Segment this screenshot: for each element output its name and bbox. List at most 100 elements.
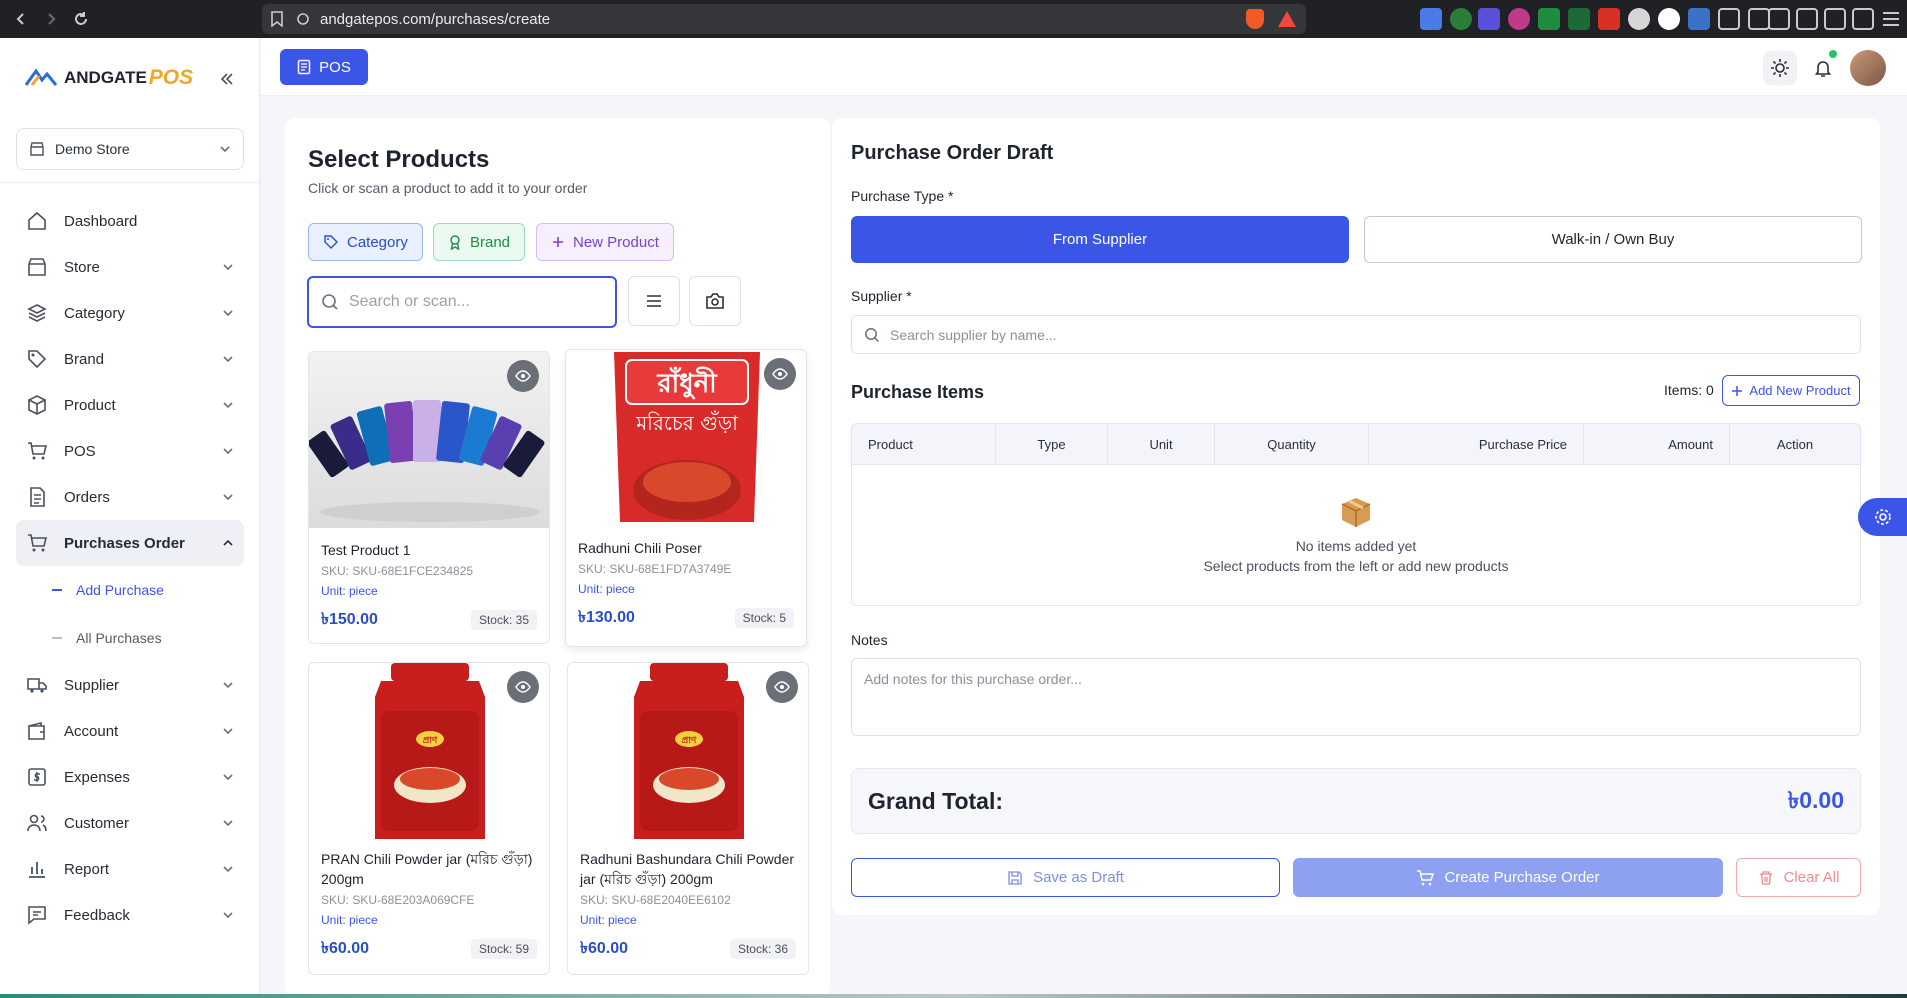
search-icon [865, 327, 880, 342]
settings-float-button[interactable] [1858, 498, 1907, 536]
product-card[interactable]: প্রাণ PRAN Chili Powder jar (মরিচ গুঁড়া… [308, 662, 550, 975]
purchase-type-label: Purchase Type * [851, 188, 954, 204]
sidebar-item-dashboard[interactable]: Dashboard [16, 198, 244, 244]
sidebar-subitem-add-purchase[interactable]: Add Purchase [16, 566, 244, 614]
extension-icon[interactable] [1538, 8, 1560, 30]
download-icon[interactable] [1768, 8, 1790, 30]
save-icon [1008, 870, 1022, 885]
category-filter-button[interactable]: Category [308, 223, 423, 261]
reader-icon[interactable] [1748, 8, 1770, 30]
home-icon [28, 211, 46, 230]
store-selector[interactable]: Demo Store [16, 128, 244, 170]
store-icon [30, 142, 44, 156]
bookmark-icon[interactable] [270, 11, 284, 27]
create-purchase-order-button[interactable]: Create Purchase Order [1293, 858, 1723, 897]
product-price: ৳60.00 [580, 940, 629, 957]
brand-filter-button[interactable]: Brand [433, 223, 526, 261]
extension-icon[interactable] [1508, 8, 1530, 30]
theme-toggle-button[interactable] [1763, 51, 1797, 85]
panel-title: Purchase Order Draft [851, 142, 1054, 164]
extension-icon[interactable] [1478, 8, 1500, 30]
extension-icon[interactable] [1628, 8, 1650, 30]
walk-in-button[interactable]: Walk-in / Own Buy [1364, 216, 1862, 263]
product-card[interactable]: Test Product 1 SKU: SKU-68E1FCE234825 Un… [308, 351, 550, 644]
leo-ai-icon[interactable] [1852, 8, 1874, 30]
reload-icon[interactable] [66, 4, 96, 34]
sidebar-item-report[interactable]: Report [16, 846, 244, 892]
brave-rewards-icon[interactable] [1278, 11, 1296, 27]
eye-icon [515, 370, 531, 382]
puzzle-icon[interactable] [1718, 8, 1740, 30]
quick-view-button[interactable] [766, 671, 798, 703]
purchase-items-table: Product Type Unit Quantity Purchase Pric… [851, 423, 1861, 606]
from-supplier-button[interactable]: From Supplier [851, 216, 1349, 263]
list-view-button[interactable] [628, 276, 680, 326]
sidebar-item-customer[interactable]: Customer [16, 800, 244, 846]
new-product-button[interactable]: New Product [536, 223, 674, 261]
store-name: Demo Store [55, 141, 130, 157]
site-info-icon[interactable] [296, 12, 310, 26]
address-bar[interactable]: andgatepos.com/purchases/create [262, 4, 1306, 34]
avatar[interactable] [1850, 50, 1886, 86]
chevron-down-icon [223, 682, 233, 689]
back-icon[interactable] [6, 4, 36, 34]
sidebar-item-product[interactable]: Product [16, 382, 244, 428]
translate-extension-icon[interactable] [1420, 8, 1442, 30]
add-new-product-button[interactable]: Add New Product [1722, 375, 1860, 406]
sidebar-item-expenses[interactable]: Expenses [16, 754, 244, 800]
truck-icon [27, 678, 47, 693]
sidebar-item-store[interactable]: Store [16, 244, 244, 290]
product-image: প্রাণ [568, 663, 808, 839]
chevron-up-icon [223, 539, 233, 546]
app-logo[interactable]: ANDGATE POS [24, 66, 193, 90]
sidebar-subitem-label: Add Purchase [76, 582, 164, 598]
sidebar-item-label: Dashboard [64, 212, 138, 230]
quick-view-button[interactable] [507, 360, 539, 392]
camera-scan-button[interactable] [689, 276, 741, 326]
quick-view-button[interactable] [764, 358, 796, 390]
chevron-down-icon [220, 146, 230, 153]
purchase-items-title: Purchase Items [851, 382, 985, 402]
logo-mark-icon [24, 68, 58, 86]
sidebar-item-purchases-order[interactable]: Purchases Order [16, 520, 244, 566]
pos-button[interactable]: POS [280, 49, 368, 85]
clear-all-button[interactable]: Clear All [1736, 858, 1861, 897]
column-header: Quantity [1215, 424, 1369, 464]
button-label: Create Purchase Order [1444, 869, 1600, 886]
button-label: Save as Draft [1033, 869, 1124, 886]
extension-icon[interactable] [1688, 8, 1710, 30]
url-text[interactable]: andgatepos.com/purchases/create [320, 11, 550, 28]
supplier-search-input[interactable]: Search supplier by name... [851, 315, 1861, 354]
sidebar-item-brand[interactable]: Brand [16, 336, 244, 382]
collapse-sidebar-button[interactable] [216, 68, 238, 90]
sidebar-subitem-label: All Purchases [76, 630, 162, 646]
product-text: মরিচের গুঁড়া [635, 411, 739, 435]
extension-icon[interactable] [1598, 8, 1620, 30]
brave-shield-icon[interactable] [1246, 9, 1264, 29]
product-search-input[interactable]: Search or scan... [307, 276, 617, 328]
menu-icon[interactable] [1880, 8, 1902, 30]
sidebar-item-orders[interactable]: Orders [16, 474, 244, 520]
product-name: Radhuni Chili Poser [578, 540, 702, 556]
quick-view-button[interactable] [507, 671, 539, 703]
product-image [309, 352, 549, 528]
extension-icon[interactable] [1658, 8, 1680, 30]
sidebar-item-feedback[interactable]: Feedback [16, 892, 244, 938]
double-chevron-left-icon [220, 73, 233, 85]
sidebar-item-account[interactable]: Account [16, 708, 244, 754]
extension-icon[interactable] [1568, 8, 1590, 30]
notes-textarea[interactable]: Add notes for this purchase order... [851, 658, 1861, 736]
forward-icon[interactable] [36, 4, 66, 34]
sidebar-subitem-all-purchases[interactable]: All Purchases [16, 614, 244, 662]
product-price: ৳150.00 [321, 611, 378, 628]
chevron-down-icon [223, 820, 233, 827]
extension-icon[interactable] [1450, 8, 1472, 30]
sidebar-item-pos[interactable]: POS [16, 428, 244, 474]
save-draft-button[interactable]: Save as Draft [851, 858, 1280, 897]
sidebar-item-supplier[interactable]: Supplier [16, 662, 244, 708]
sidebar-toggle-icon[interactable] [1796, 8, 1818, 30]
product-card[interactable]: প্রাণ Radhuni Bashundara Chili Powder ja… [567, 662, 809, 975]
wallet-icon[interactable] [1824, 8, 1846, 30]
product-card[interactable]: রাঁধুনী মরিচের গুঁড়া Radhuni Chili Pose… [565, 349, 807, 647]
sidebar-item-category[interactable]: Category [16, 290, 244, 336]
